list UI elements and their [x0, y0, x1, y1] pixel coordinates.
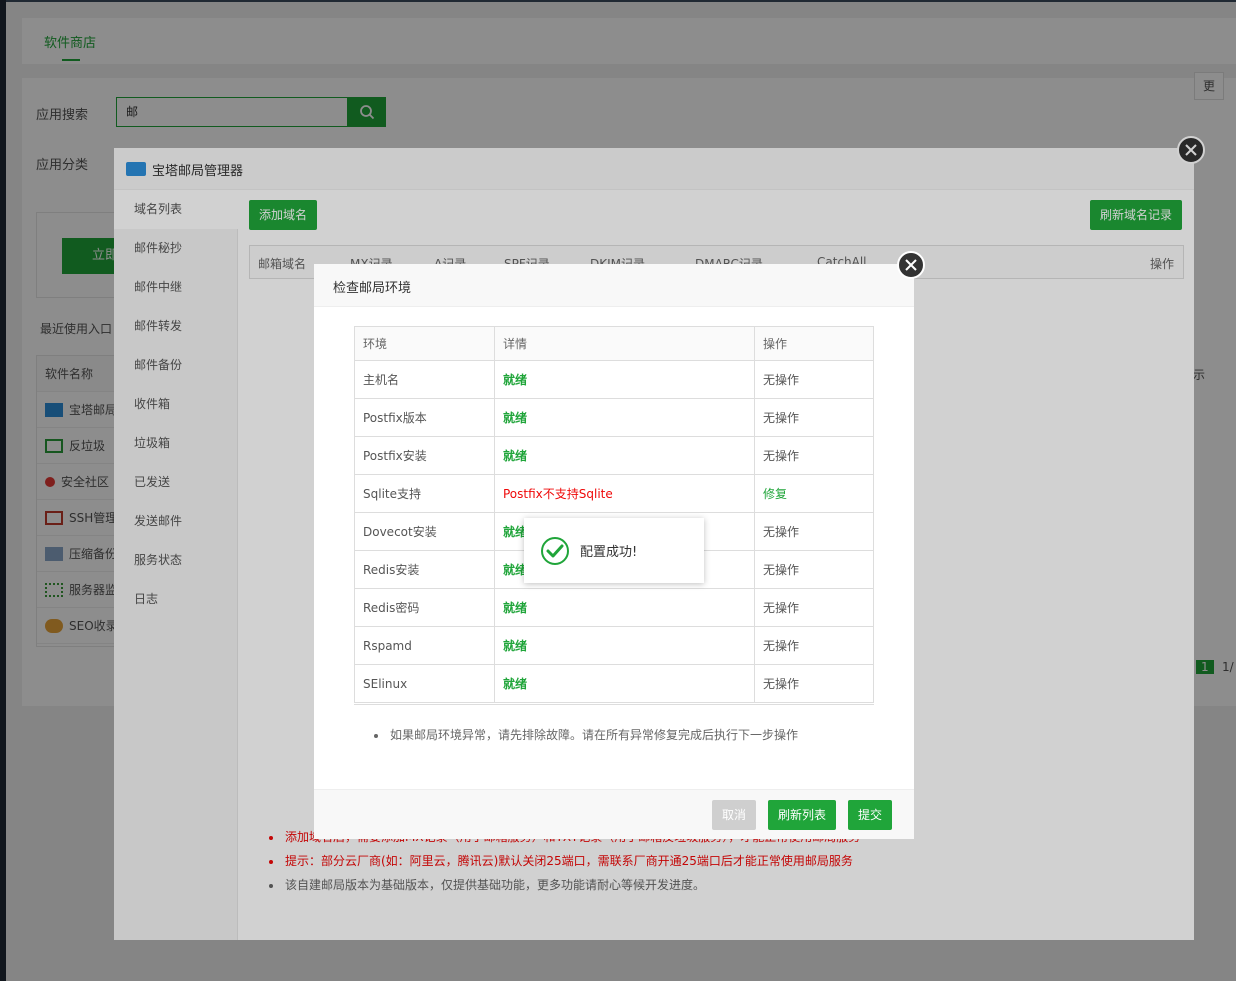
close-icon: [905, 259, 917, 271]
env-table: 环境 详情 操作 主机名 就绪 无操作 Postfix版本 就绪 无操作 Postfix…: [354, 326, 874, 703]
success-toast: 配置成功!: [524, 518, 704, 583]
table-row: SElinux 就绪 无操作: [354, 664, 874, 703]
table-divider: [354, 704, 874, 705]
table-row: Postfix安装 就绪 无操作: [354, 436, 874, 475]
repair-link[interactable]: 修复: [754, 474, 874, 513]
table-row: 主机名 就绪 无操作: [354, 360, 874, 399]
table-row: Postfix版本 就绪 无操作: [354, 398, 874, 437]
table-row: Sqlite支持 Postfix不支持Sqlite 修复: [354, 474, 874, 513]
table-row: Rspamd 就绪 无操作: [354, 626, 874, 665]
submit-button[interactable]: 提交: [848, 800, 893, 830]
check-circle-icon: [541, 536, 569, 565]
cancel-button[interactable]: 取消: [712, 800, 757, 830]
dialog-close-button[interactable]: [897, 251, 925, 279]
env-table-header: 环境 详情 操作: [354, 326, 874, 361]
toast-message: 配置成功!: [580, 545, 638, 560]
col-detail: 详情: [494, 326, 755, 361]
dialog-header: 检查邮局环境: [314, 264, 914, 307]
col-action: 操作: [754, 326, 874, 361]
env-note: 如果邮局环境异常，请先排除故障。请在所有异常修复完成后执行下一步操作: [374, 726, 798, 743]
refresh-list-button[interactable]: 刷新列表: [768, 800, 837, 830]
dialog-footer: 取消 刷新列表 提交: [314, 789, 914, 839]
table-row: Redis密码 就绪 无操作: [354, 588, 874, 627]
dialog-title: 检查邮局环境: [333, 281, 412, 296]
col-env: 环境: [354, 326, 495, 361]
